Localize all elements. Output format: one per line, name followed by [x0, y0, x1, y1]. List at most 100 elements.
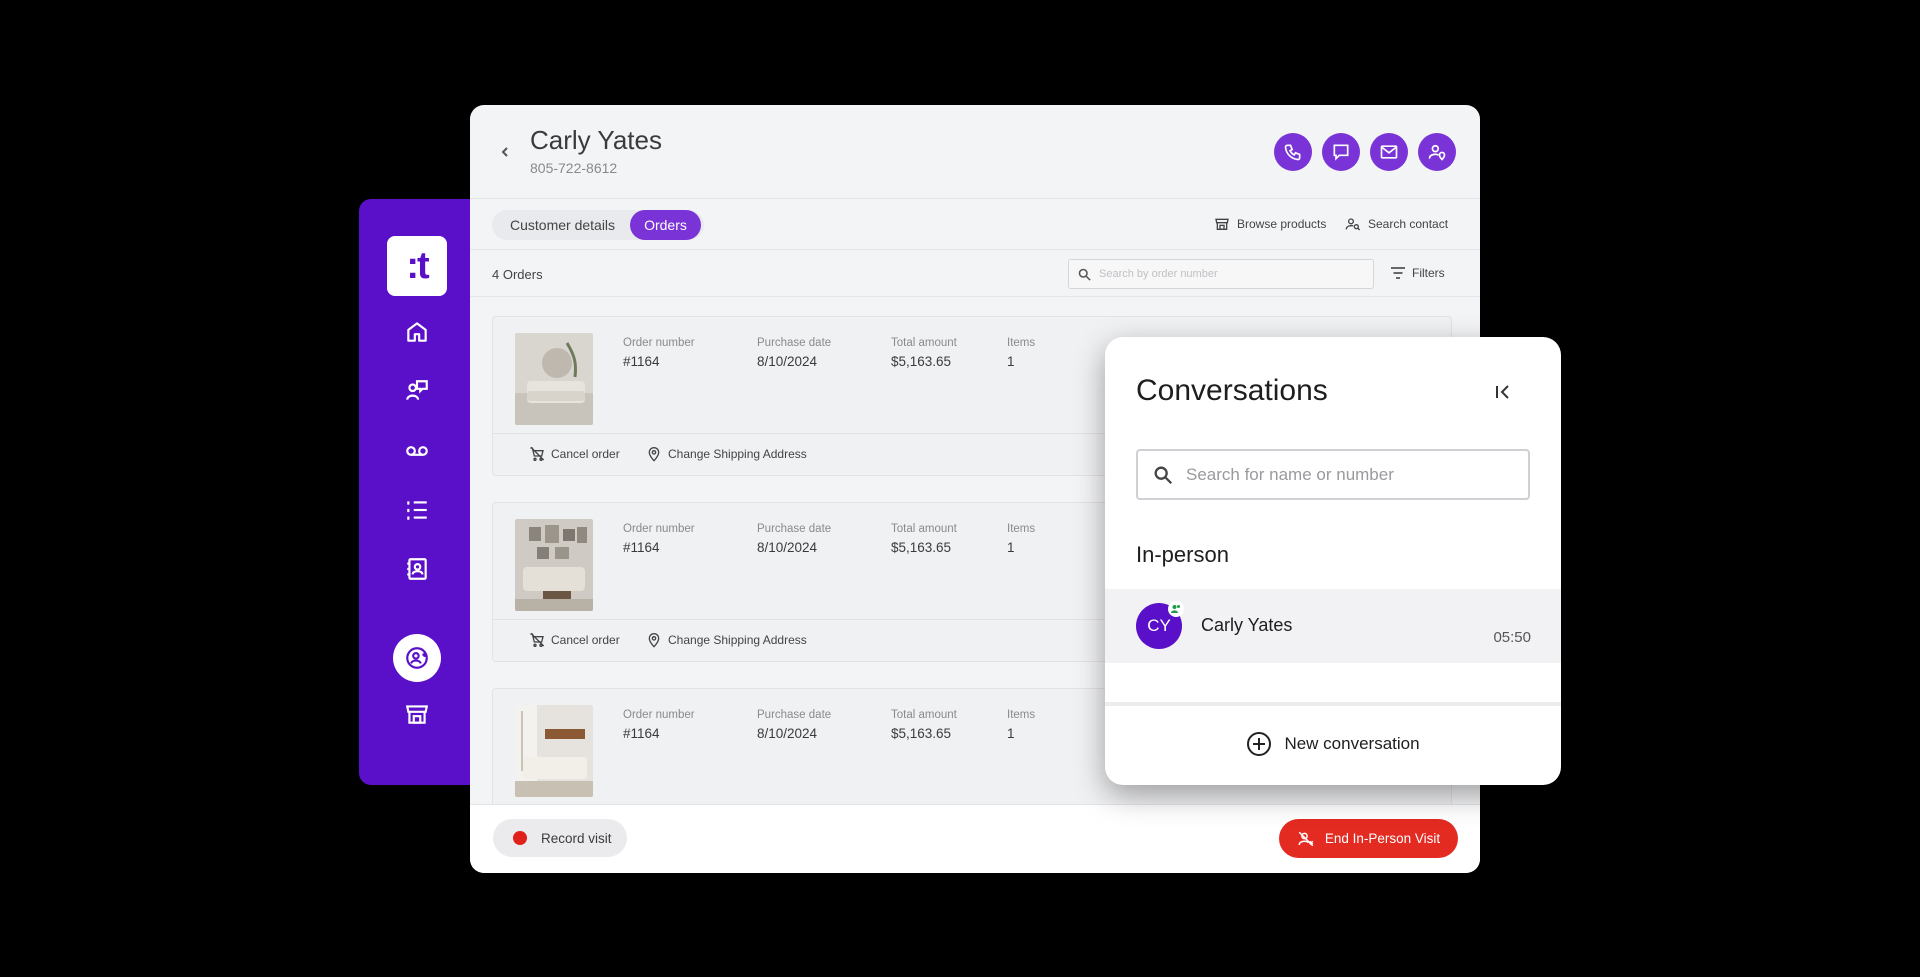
- orders-toolbar: 4 Orders Search by order number Filters: [470, 251, 1480, 297]
- browse-products-link[interactable]: Browse products: [1214, 216, 1326, 232]
- store-icon: [1215, 218, 1229, 230]
- person-add-icon[interactable]: [393, 634, 441, 682]
- product-image-sofa: [515, 333, 593, 425]
- new-conversation-label: New conversation: [1284, 734, 1420, 753]
- browse-products-label: Browse products: [1237, 217, 1327, 231]
- search-contact-link[interactable]: Search contact: [1345, 216, 1448, 232]
- order-number-label: Order number: [623, 709, 695, 721]
- items-value: 1: [1007, 354, 1015, 369]
- conversation-search-placeholder: Search for name or number: [1186, 465, 1394, 484]
- mail-icon: [1380, 145, 1398, 159]
- purchase-date-col: Purchase date 8/10/2024: [757, 709, 831, 741]
- new-conversation-button[interactable]: New conversation: [1105, 731, 1561, 757]
- back-icon[interactable]: [498, 145, 512, 159]
- order-number-value: #1164: [623, 726, 660, 741]
- change-address-label: Change Shipping Address: [668, 633, 807, 647]
- cancel-order-label: Cancel order: [551, 447, 620, 461]
- items-col: Items 1: [1007, 337, 1035, 369]
- cancel-order-button[interactable]: Cancel order: [529, 446, 620, 462]
- order-number-col: Order number #1164: [623, 337, 695, 369]
- order-number-value: #1164: [623, 540, 660, 555]
- change-address-label: Change Shipping Address: [668, 447, 807, 461]
- conversations-title: Conversations: [1136, 374, 1328, 407]
- product-image-sectional: [515, 705, 593, 797]
- items-col: Items 1: [1007, 709, 1035, 741]
- orders-count: 4 Orders: [492, 267, 543, 282]
- cancel-order-label: Cancel order: [551, 633, 620, 647]
- change-address-button[interactable]: Change Shipping Address: [646, 632, 807, 648]
- section-heading-in-person: In-person: [1136, 542, 1229, 567]
- search-icon: [1078, 268, 1091, 281]
- conversation-item[interactable]: CY Carly Yates 05:50: [1105, 589, 1561, 663]
- total-amount-col: Total amount $5,163.65: [891, 709, 957, 741]
- call-button[interactable]: [1274, 133, 1312, 171]
- items-value: 1: [1007, 540, 1015, 555]
- cart-cancel-icon: [530, 632, 545, 647]
- divider: [1105, 702, 1561, 706]
- tab-orders[interactable]: Orders: [630, 210, 701, 240]
- visit-footer: Record visit End In-Person Visit: [470, 804, 1480, 873]
- collapse-icon[interactable]: [1493, 382, 1513, 402]
- purchase-date-label: Purchase date: [757, 337, 832, 349]
- purchase-date-col: Purchase date 8/10/2024: [757, 523, 831, 555]
- purchase-date-col: Purchase date 8/10/2024: [757, 337, 831, 369]
- location-pin-icon: [648, 633, 660, 648]
- store-icon[interactable]: [397, 694, 437, 734]
- total-amount-label: Total amount: [891, 523, 957, 535]
- items-label: Items: [1007, 709, 1036, 721]
- tab-customer-details[interactable]: Customer details: [510, 210, 615, 240]
- end-visit-label: End In-Person Visit: [1324, 831, 1441, 846]
- conversation-name: Carly Yates: [1201, 615, 1293, 635]
- total-amount-label: Total amount: [891, 709, 957, 721]
- order-search-input[interactable]: Search by order number: [1068, 259, 1374, 289]
- total-amount-label: Total amount: [891, 337, 957, 349]
- items-label: Items: [1007, 523, 1036, 535]
- filter-icon: [1391, 267, 1405, 279]
- order-number-label: Order number: [623, 337, 695, 349]
- chat-person-icon[interactable]: [397, 371, 437, 411]
- profile-location-button[interactable]: [1418, 133, 1456, 171]
- person-group-icon: [1171, 605, 1180, 613]
- customer-header: Carly Yates 805-722-8612: [470, 105, 1480, 199]
- sidebar: :t: [359, 199, 474, 785]
- items-value: 1: [1007, 726, 1015, 741]
- avatar-initials: CY: [1147, 616, 1171, 635]
- record-visit-label: Record visit: [541, 830, 612, 846]
- plus-circle-icon: [1247, 732, 1272, 756]
- total-amount-col: Total amount $5,163.65: [891, 337, 957, 369]
- email-button[interactable]: [1370, 133, 1408, 171]
- cancel-order-button[interactable]: Cancel order: [529, 632, 620, 648]
- search-contact-label: Search contact: [1368, 217, 1449, 231]
- total-amount-value: $5,163.65: [891, 354, 952, 369]
- search-icon: [1154, 466, 1173, 485]
- home-icon[interactable]: [397, 312, 437, 352]
- person-location-icon: [1428, 144, 1446, 161]
- order-number-label: Order number: [623, 523, 695, 535]
- total-amount-value: $5,163.65: [891, 540, 952, 555]
- conversation-search-input[interactable]: Search for name or number: [1136, 449, 1530, 500]
- person-search-icon: [1345, 218, 1361, 231]
- filters-button[interactable]: Filters: [1390, 266, 1445, 280]
- customer-phone: 805-722-8612: [530, 160, 618, 176]
- logo-text: :t: [406, 244, 429, 287]
- conversation-time: 05:50: [1493, 629, 1531, 646]
- total-amount-value: $5,163.65: [891, 726, 952, 741]
- order-search-placeholder: Search by order number: [1099, 268, 1218, 280]
- items-label: Items: [1007, 337, 1036, 349]
- end-visit-button[interactable]: End In-Person Visit: [1279, 819, 1458, 858]
- list-icon[interactable]: [397, 490, 437, 530]
- customer-name: Carly Yates: [530, 125, 662, 155]
- purchase-date-value: 8/10/2024: [757, 726, 818, 741]
- contact-book-icon[interactable]: [397, 549, 437, 589]
- order-number-value: #1164: [623, 354, 660, 369]
- record-visit-button[interactable]: Record visit: [493, 819, 627, 857]
- phone-icon: [1284, 144, 1301, 161]
- order-number-col: Order number #1164: [623, 523, 695, 555]
- voicemail-icon[interactable]: [397, 431, 437, 471]
- product-image-living-room: [515, 519, 593, 611]
- purchase-date-value: 8/10/2024: [757, 354, 818, 369]
- filters-label: Filters: [1412, 266, 1445, 280]
- app-logo[interactable]: :t: [387, 236, 447, 296]
- change-address-button[interactable]: Change Shipping Address: [646, 446, 807, 462]
- message-button[interactable]: [1322, 133, 1360, 171]
